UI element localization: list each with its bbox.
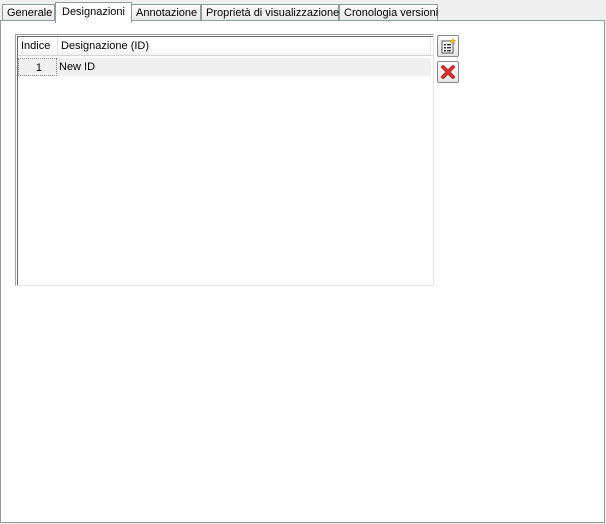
tab-cronologia-versioni[interactable]: Cronologia versioni: [339, 4, 438, 21]
tab-label: Proprietà di visualizzazione: [206, 7, 340, 19]
tab-label: Designazioni: [62, 6, 125, 18]
row-designation: New ID: [59, 61, 96, 73]
designations-list[interactable]: Indice Designazione (ID) 1 New ID: [15, 34, 434, 286]
list-header: Indice Designazione (ID): [18, 37, 433, 56]
list-row[interactable]: 1 New ID: [18, 58, 431, 76]
tab-label: Cronologia versioni: [344, 7, 439, 19]
tab-proprieta-visualizzazione[interactable]: Proprietà di visualizzazione: [201, 4, 339, 21]
tab-generale[interactable]: Generale: [2, 4, 55, 21]
new-item-icon: [441, 38, 456, 54]
tab-designazioni[interactable]: Designazioni: [55, 2, 132, 23]
tab-annotazione[interactable]: Annotazione: [131, 4, 201, 21]
column-header-designazione[interactable]: Designazione (ID): [58, 37, 431, 56]
delete-designation-button[interactable]: [437, 61, 459, 83]
row-index: 1: [18, 58, 57, 76]
tab-label: Annotazione: [136, 7, 198, 19]
delete-x-icon: [441, 65, 455, 79]
tab-label: Generale: [7, 7, 53, 19]
column-header-indice[interactable]: Indice: [18, 37, 58, 56]
add-designation-button[interactable]: [437, 35, 459, 57]
